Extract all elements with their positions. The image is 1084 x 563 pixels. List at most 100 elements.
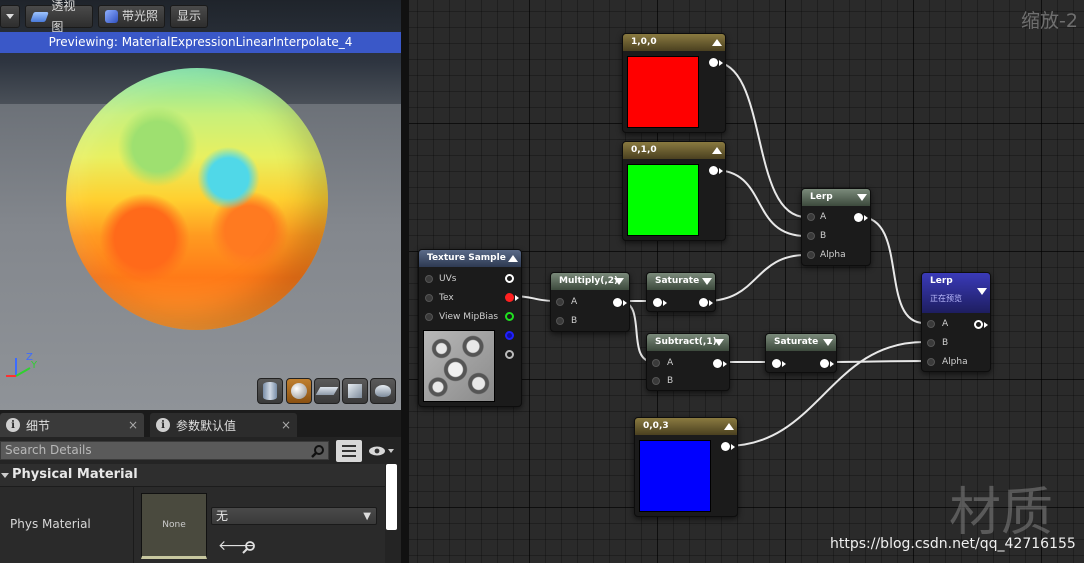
input-pin[interactable] xyxy=(807,232,815,240)
input-pin[interactable] xyxy=(927,358,935,366)
collapse-arrow-icon[interactable] xyxy=(977,288,987,295)
node-constant-red[interactable]: 1,0,0 xyxy=(622,33,726,133)
wire-green-to-lerp1-b xyxy=(713,169,807,237)
viewport-options-button[interactable] xyxy=(0,5,20,28)
asset-value: 无 xyxy=(216,509,229,523)
preview-sphere-button[interactable] xyxy=(286,378,312,404)
lit-mode-label: 带光照 xyxy=(122,9,159,23)
color-swatch xyxy=(627,56,699,128)
node-texture-sample[interactable]: Texture Sample UVs Tex View MipBias xyxy=(418,249,522,407)
pin-label: Tex xyxy=(439,293,454,303)
preview-banner: Previewing: MaterialExpressionLinearInte… xyxy=(0,32,401,53)
input-pin[interactable] xyxy=(927,339,935,347)
browse-search-icon[interactable] xyxy=(242,539,256,554)
output-pin[interactable] xyxy=(699,298,708,307)
watermark-text: 材质 xyxy=(949,483,1054,543)
output-pin-g[interactable] xyxy=(505,312,514,321)
visibility-eye-icon[interactable] xyxy=(366,442,396,460)
pin-arrow-icon xyxy=(719,168,723,174)
tab-details[interactable]: i 细节 × xyxy=(0,413,144,437)
category-title: Physical Material xyxy=(12,467,138,482)
info-icon: i xyxy=(156,418,170,432)
output-pin[interactable] xyxy=(613,298,622,307)
category-header[interactable]: Physical Material xyxy=(0,464,385,486)
node-subtract[interactable]: Subtract(,1) A B xyxy=(646,333,730,391)
node-constant-blue[interactable]: 0,0,3 xyxy=(634,417,738,517)
collapse-arrow-icon[interactable] xyxy=(857,194,867,201)
sphere-icon xyxy=(291,383,307,399)
output-pin-rgb[interactable] xyxy=(505,274,514,283)
node-lerp-previewing[interactable]: Lerp 正在预览 A B Alpha xyxy=(921,272,991,372)
input-pin[interactable] xyxy=(425,275,433,283)
details-panel: i 细节 × i 参数默认值 × Search Details Physical… xyxy=(0,410,401,563)
details-scrollbar[interactable] xyxy=(386,464,397,530)
pin-label: View MipBias xyxy=(439,312,499,322)
preview-cylinder-button[interactable] xyxy=(257,378,283,404)
output-pin-a[interactable] xyxy=(505,350,514,359)
search-icon[interactable] xyxy=(309,442,327,459)
input-pin[interactable] xyxy=(652,359,660,367)
material-graph-canvas[interactable]: 缩放-2 1,0,0 0,1,0 0,0,3 Lerp A B Alpha Te… xyxy=(409,0,1084,563)
output-pin[interactable] xyxy=(974,320,983,329)
use-selected-arrow-icon[interactable]: 🡐 xyxy=(218,539,256,553)
axis-y-label: Y xyxy=(30,360,38,371)
preview-mesh-button[interactable] xyxy=(370,378,396,404)
input-pin[interactable] xyxy=(653,298,662,307)
zoom-level: 缩放-2 xyxy=(1021,10,1078,32)
node-saturate[interactable]: Saturate xyxy=(765,333,837,373)
property-divider[interactable] xyxy=(133,487,134,563)
node-saturate[interactable]: Saturate xyxy=(646,272,716,312)
output-pin[interactable] xyxy=(854,213,863,222)
lit-mode-button[interactable]: 带光照 xyxy=(98,5,165,28)
perspective-button[interactable]: 透视图 xyxy=(25,0,93,34)
collapse-arrow-icon xyxy=(1,472,9,478)
panel-splitter[interactable] xyxy=(401,0,409,563)
chevron-down-icon xyxy=(388,449,394,453)
input-pin[interactable] xyxy=(556,298,564,306)
output-pin[interactable] xyxy=(713,359,722,368)
output-pin[interactable] xyxy=(709,58,718,67)
collapse-arrow-icon[interactable] xyxy=(702,278,712,285)
cube-icon xyxy=(348,384,362,398)
property-row-phys-material: Phys Material None 无 ▼ 🡐 xyxy=(0,486,385,563)
input-pin[interactable] xyxy=(807,213,815,221)
collapse-arrow-icon[interactable] xyxy=(712,39,722,46)
pin-label: B xyxy=(820,231,827,241)
collapse-arrow-icon[interactable] xyxy=(508,255,518,262)
output-pin-r[interactable] xyxy=(505,293,514,302)
node-constant-green[interactable]: 0,1,0 xyxy=(622,141,726,241)
close-icon[interactable]: × xyxy=(128,418,138,432)
output-pin-b[interactable] xyxy=(505,331,514,340)
output-pin[interactable] xyxy=(721,442,730,451)
input-pin[interactable] xyxy=(652,377,660,385)
show-button[interactable]: 显示 xyxy=(170,5,208,28)
input-pin[interactable] xyxy=(772,359,781,368)
close-icon[interactable]: × xyxy=(281,418,291,432)
asset-picker-dropdown[interactable]: 无 ▼ xyxy=(211,507,377,525)
preview-plane-button[interactable] xyxy=(314,378,340,404)
collapse-arrow-icon[interactable] xyxy=(714,339,724,346)
input-pin[interactable] xyxy=(556,317,564,325)
collapse-arrow-icon[interactable] xyxy=(724,423,734,430)
search-input[interactable]: Search Details xyxy=(0,441,329,460)
input-pin[interactable] xyxy=(425,294,433,302)
collapse-arrow-icon[interactable] xyxy=(614,278,624,285)
node-title: 0,1,0 xyxy=(623,142,725,159)
collapse-arrow-icon[interactable] xyxy=(712,147,722,154)
view-options-list-icon[interactable] xyxy=(336,440,362,462)
asset-thumbnail[interactable]: None xyxy=(141,493,207,559)
node-title: 0,0,3 xyxy=(635,418,737,435)
tab-parameter-defaults[interactable]: i 参数默认值 × xyxy=(150,413,297,437)
node-lerp[interactable]: Lerp A B Alpha xyxy=(801,188,871,266)
preview-viewport[interactable]: 透视图 带光照 显示 Previewing: MaterialExpressio… xyxy=(0,0,401,410)
output-pin[interactable] xyxy=(709,166,718,175)
input-pin[interactable] xyxy=(425,313,433,321)
output-pin[interactable] xyxy=(820,359,829,368)
node-multiply[interactable]: Multiply(,2) A B xyxy=(550,272,630,332)
show-label: 显示 xyxy=(177,9,202,23)
collapse-arrow-icon[interactable] xyxy=(823,339,833,346)
pin-arrow-icon xyxy=(984,322,988,328)
preview-cube-button[interactable] xyxy=(342,378,368,404)
input-pin[interactable] xyxy=(927,320,935,328)
input-pin[interactable] xyxy=(807,251,815,259)
